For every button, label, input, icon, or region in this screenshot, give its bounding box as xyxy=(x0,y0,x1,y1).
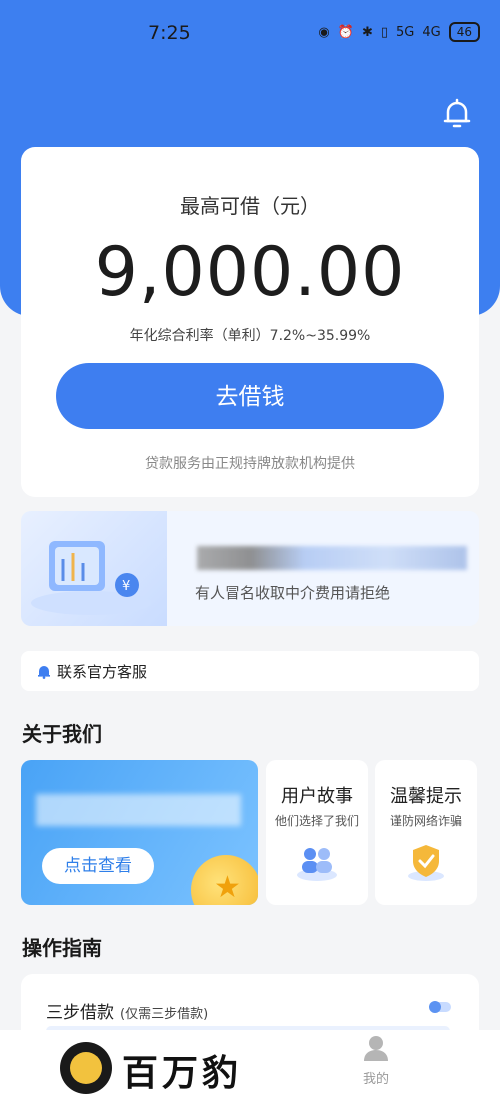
bell-icon[interactable] xyxy=(442,97,472,129)
guide-step-title: 三步借款 (仅需三步借款) xyxy=(46,998,208,1023)
signal-5g-icon: 5G xyxy=(396,24,415,40)
bluetooth-icon: ✱ xyxy=(361,24,373,40)
borrow-button[interactable]: 去借钱 xyxy=(56,363,444,429)
user-story-title: 用户故事 xyxy=(281,786,353,807)
max-loan-label: 最高可借（元） xyxy=(180,194,320,218)
user-story-subtitle: 他们选择了我们 xyxy=(274,814,359,828)
interest-rate-text: 年化综合利率（单利）7.2%~35.99% xyxy=(129,328,371,344)
blurred-text xyxy=(36,794,241,826)
vibrate-icon: ▯ xyxy=(380,24,388,40)
user-story-card[interactable]: 用户故事 他们选择了我们 xyxy=(266,760,368,905)
users-icon xyxy=(297,848,337,881)
nav-me-label: 我的 xyxy=(362,1072,389,1087)
status-bar: 7:25 ◉ ⏰ ✱ ▯ 5G 4G 46 xyxy=(0,0,500,62)
banner-illustration: ¥ xyxy=(21,511,167,626)
blurred-text xyxy=(197,546,467,570)
notice-banner[interactable]: ¥ 有人冒名收取中介费用请拒绝 xyxy=(21,511,479,626)
guide-step-subtitle: (仅需三步借款) xyxy=(120,1007,209,1022)
brand-name: 百万豹 xyxy=(122,1053,243,1094)
star-icon: ★ xyxy=(214,870,241,905)
alarm-icon: ⏰ xyxy=(337,24,354,40)
warm-tip-title: 温馨提示 xyxy=(390,786,462,807)
customer-service-label: 联系官方客服 xyxy=(57,662,148,681)
view-button[interactable]: 点击查看 xyxy=(42,848,154,884)
guide-title: 操作指南 xyxy=(22,936,102,960)
about-main-card[interactable]: 点击查看 ★ xyxy=(21,760,258,905)
banner-content: 有人冒名收取中介费用请拒绝 xyxy=(167,511,479,626)
toggle-icon[interactable] xyxy=(429,1001,451,1013)
provider-text: 贷款服务由正规持牌放款机构提供 xyxy=(145,456,355,472)
bottom-nav: 百万豹 我的 xyxy=(0,1030,500,1105)
customer-service-row[interactable]: 联系官方客服 xyxy=(21,651,479,691)
signal-4g-icon: 4G xyxy=(422,24,441,40)
status-icons: ◉ ⏰ ✱ ▯ 5G 4G 46 xyxy=(318,22,480,42)
nav-me[interactable]: 我的 xyxy=(348,1034,404,1087)
leopard-face-icon xyxy=(70,1052,102,1084)
eye-icon: ◉ xyxy=(318,24,330,40)
bell-small-icon xyxy=(38,665,50,679)
user-icon xyxy=(364,1036,388,1061)
loan-amount: 9,000.00 xyxy=(94,233,406,312)
warm-tip-subtitle: 谨防网络诈骗 xyxy=(389,814,462,828)
banner-notice-text: 有人冒名收取中介费用请拒绝 xyxy=(195,584,391,602)
about-title: 关于我们 xyxy=(22,722,102,746)
svg-text:¥: ¥ xyxy=(122,579,130,594)
battery-icon: 46 xyxy=(448,22,480,42)
status-time: 7:25 xyxy=(148,22,191,44)
shield-icon xyxy=(408,845,444,881)
warm-tip-card[interactable]: 温馨提示 谨防网络诈骗 xyxy=(375,760,477,905)
loan-card: 最高可借（元） 9,000.00 年化综合利率（单利）7.2%~35.99% 去… xyxy=(21,147,479,497)
guide-step-label: 三步借款 xyxy=(46,1003,114,1023)
